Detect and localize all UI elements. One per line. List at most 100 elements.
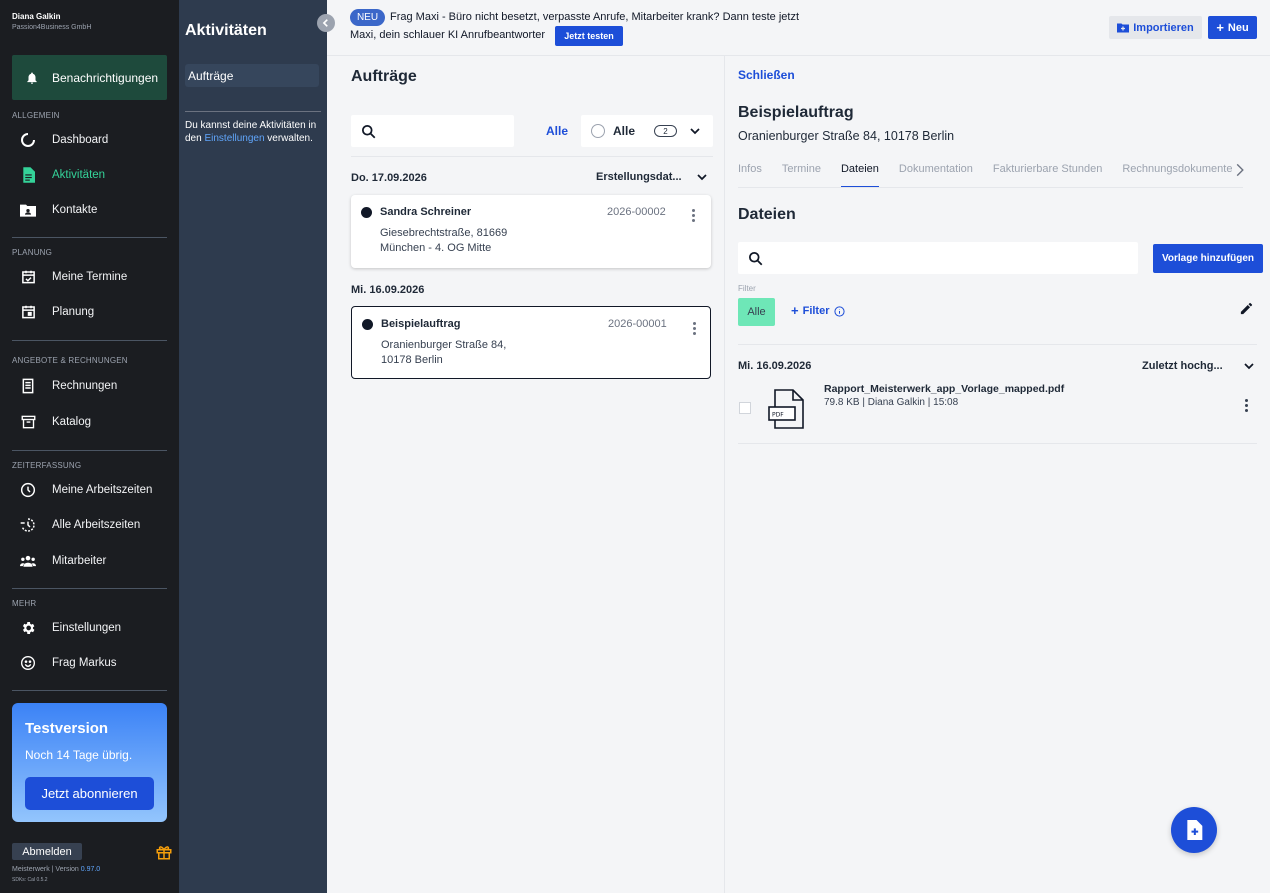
edit-icon[interactable] — [1239, 301, 1254, 321]
trial-title: Testversion — [25, 720, 109, 737]
chevron-right-icon[interactable] — [1235, 163, 1245, 182]
add-file-fab[interactable] — [1171, 807, 1217, 853]
pdf-label: PDF — [772, 412, 784, 419]
file-sort-dropdown[interactable]: Zuletzt hochg... — [1142, 360, 1255, 372]
file-name[interactable]: Rapport_Meisterwerk_app_Vorlage_mapped.p… — [824, 383, 1064, 395]
tab-infos[interactable]: Infos — [738, 160, 762, 187]
settings-link[interactable]: Einstellungen — [204, 133, 264, 144]
new-badge: NEU — [350, 9, 385, 26]
nav-item-einstellungen[interactable]: Einstellungen — [12, 613, 167, 643]
order-card-selected[interactable]: Beispielauftrag 2026-00001 Oranienburger… — [351, 306, 711, 379]
activities-subnav: Aktivitäten Aufträge Du kannst deine Akt… — [179, 0, 327, 893]
top-bar: NEU Frag Maxi - Büro nicht besetzt, verp… — [327, 0, 1270, 56]
import-button[interactable]: Importieren — [1109, 16, 1202, 39]
subscribe-button[interactable]: Jetzt abonnieren — [25, 777, 154, 810]
add-template-button[interactable]: Vorlage hinzufügen — [1153, 244, 1263, 273]
try-now-button[interactable]: Jetzt testen — [555, 26, 623, 46]
new-button[interactable]: + Neu — [1208, 16, 1257, 39]
more-options-icon[interactable] — [1245, 399, 1248, 412]
order-detail-panel: Schließen Beispielauftrag Oranienburger … — [725, 56, 1270, 893]
nav-section-planung: PLANUNG — [12, 248, 53, 257]
tab-dateien[interactable]: Dateien — [840, 160, 879, 187]
filter-chip-all[interactable]: Alle — [738, 298, 775, 326]
calendar-check-icon — [20, 269, 36, 285]
filter-all-link[interactable]: Alle — [546, 124, 568, 138]
nav-item-rechnungen[interactable]: Rechnungen — [12, 371, 167, 401]
info-icon — [833, 305, 845, 317]
tab-rechnungsdokumente[interactable]: Rechnungsdokumente — [1122, 160, 1232, 187]
close-link[interactable]: Schließen — [738, 68, 795, 82]
nav-label: Alle Arbeitszeiten — [52, 519, 141, 531]
archive-icon — [20, 414, 36, 430]
folder-plus-icon — [1117, 23, 1130, 33]
order-name: Sandra Schreiner — [380, 206, 472, 218]
radio-icon — [591, 124, 605, 138]
order-name: Beispielauftrag — [381, 318, 461, 330]
nav-item-katalog[interactable]: Katalog — [12, 407, 167, 437]
import-label: Importieren — [1133, 21, 1194, 34]
search-icon — [362, 125, 376, 139]
nav-item-aktivitaeten[interactable]: Aktivitäten — [12, 160, 167, 190]
nav-label: Einstellungen — [52, 622, 122, 634]
date-group-header: Do. 17.09.2026 — [351, 172, 427, 184]
nav-section-zeiterfassung: ZEITERFASSUNG — [12, 461, 82, 470]
history-icon — [20, 517, 36, 533]
nav-item-kontakte[interactable]: Kontakte — [12, 195, 167, 225]
nav-item-alle-arbeitszeiten[interactable]: Alle Arbeitszeiten — [12, 510, 167, 540]
files-divider — [738, 344, 1257, 345]
nav-divider — [12, 690, 167, 691]
nav-label: Dashboard — [52, 134, 109, 146]
notifications-button[interactable]: Benachrichtigungen — [12, 55, 167, 100]
logout-button[interactable]: Abmelden — [12, 843, 82, 860]
tab-dokumentation[interactable]: Dokumentation — [899, 160, 973, 187]
nav-section-mehr: MEHR — [12, 599, 37, 608]
nav-label: Meine Arbeitszeiten — [52, 484, 153, 496]
order-card[interactable]: Sandra Schreiner 2026-00002 Giesebrechts… — [351, 195, 711, 268]
filter-button-label: Filter — [802, 305, 830, 317]
files-divider — [738, 443, 1257, 444]
trial-card: Testversion Noch 14 Tage übrig. Jetzt ab… — [12, 703, 167, 822]
file-search-input[interactable] — [738, 242, 1138, 274]
date-group-header: Mi. 16.09.2026 — [351, 284, 425, 296]
more-options-icon[interactable] — [693, 322, 696, 335]
sort-dropdown[interactable]: Erstellungsdat... — [596, 171, 708, 183]
clock-icon — [20, 482, 36, 498]
tab-termine[interactable]: Termine — [782, 160, 821, 187]
nav-item-meine-termine[interactable]: Meine Termine — [12, 262, 167, 292]
document-icon — [20, 167, 36, 183]
list-title: Aufträge — [351, 68, 417, 85]
sdk-info: SDKs: Cal 0.5.2 — [12, 877, 48, 883]
file-checkbox[interactable] — [739, 402, 751, 414]
search-icon — [749, 252, 763, 266]
subnav-item-auftraege[interactable]: Aufträge — [185, 64, 319, 87]
status-dot — [361, 207, 372, 218]
nav-item-dashboard[interactable]: Dashboard — [12, 125, 167, 155]
nav-label: Katalog — [52, 416, 92, 428]
plus-icon: + — [791, 303, 799, 318]
gift-icon[interactable] — [155, 843, 173, 866]
chevron-down-icon — [696, 174, 707, 181]
nav-divider — [12, 237, 167, 238]
more-options-icon[interactable] — [692, 209, 695, 222]
nav-item-mitarbeiter[interactable]: Mitarbeiter — [12, 546, 167, 576]
nav-item-frag-markus[interactable]: Frag Markus — [12, 648, 167, 678]
trial-subtitle: Noch 14 Tage übrig. — [25, 748, 133, 762]
nav-item-meine-arbeitszeiten[interactable]: Meine Arbeitszeiten — [12, 475, 167, 505]
nav-label: Frag Markus — [52, 657, 117, 669]
order-search-input[interactable] — [351, 115, 514, 147]
nav-divider — [12, 450, 167, 451]
detail-title: Beispielauftrag — [738, 104, 854, 121]
version-number[interactable]: 0.97.0 — [81, 866, 100, 873]
add-filter-button[interactable]: + Filter — [791, 303, 845, 318]
calendar-icon — [20, 304, 36, 320]
order-number: 2026-00002 — [607, 206, 666, 218]
bell-icon — [22, 71, 42, 85]
file-plus-icon — [1187, 820, 1203, 840]
pdf-file-icon: PDF — [767, 388, 809, 435]
promo-text-line1: Frag Maxi - Büro nicht besetzt, verpasst… — [390, 11, 800, 23]
collapse-subnav-button[interactable] — [317, 14, 335, 32]
order-address: Giesebrechtstraße, 81669 München - 4. OG… — [380, 227, 508, 254]
nav-item-planung[interactable]: Planung — [12, 297, 167, 327]
status-dropdown[interactable]: Alle 2 — [581, 115, 713, 147]
tab-fakturierbare-stunden[interactable]: Fakturierbare Stunden — [993, 160, 1102, 187]
